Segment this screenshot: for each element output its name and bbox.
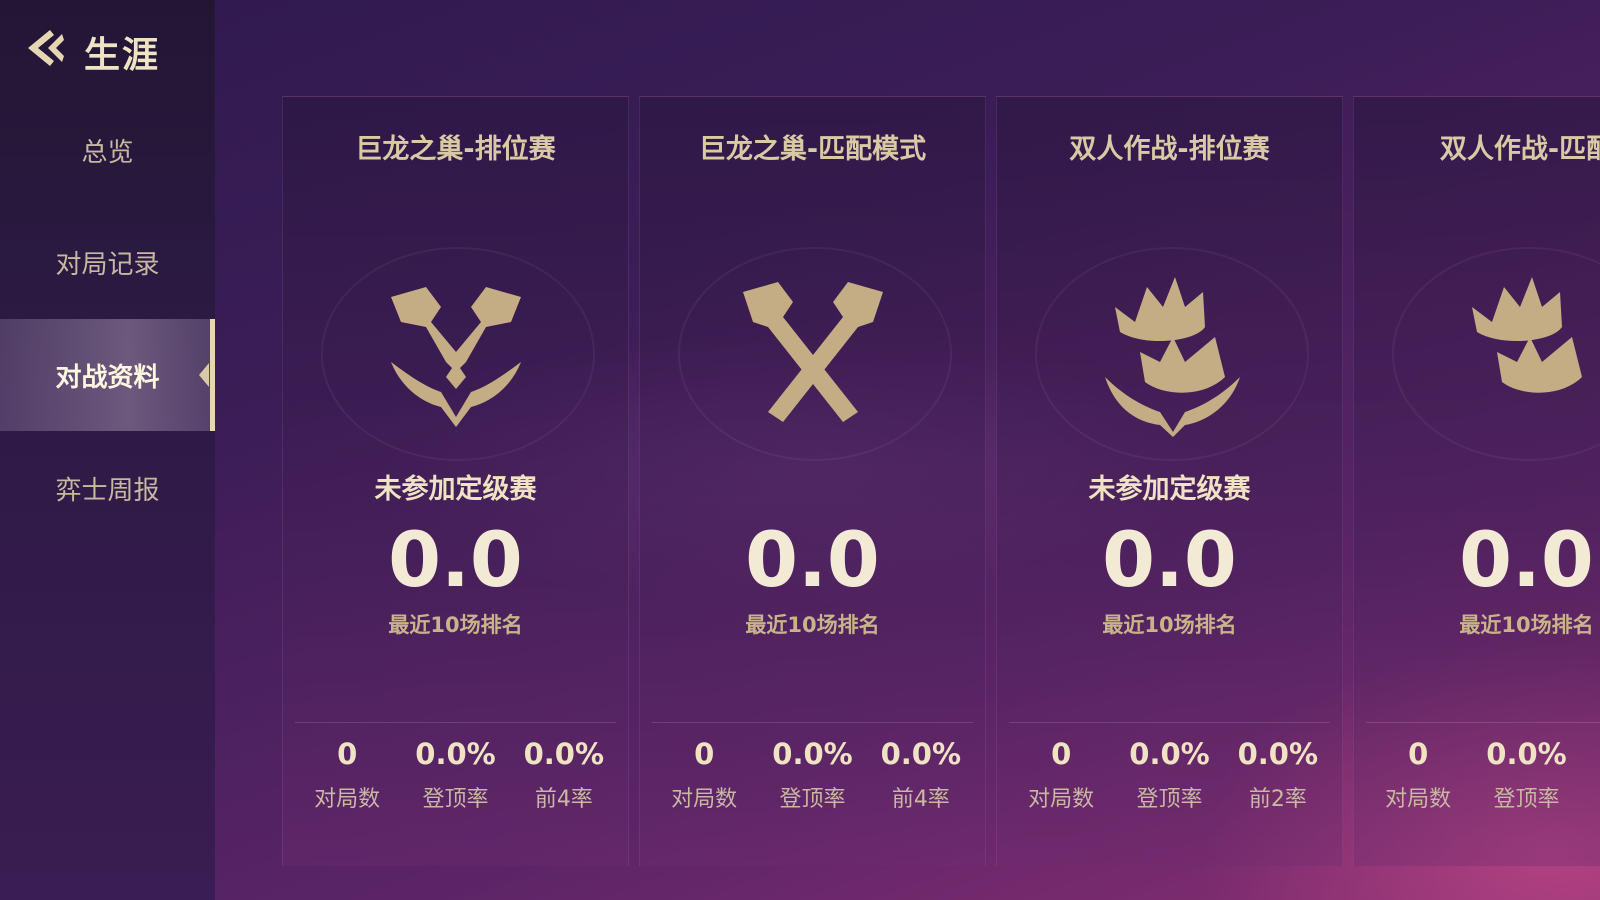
header: 生涯 [0, 0, 215, 90]
stat-label: 登顶率 [779, 787, 846, 812]
emblem-area [640, 247, 985, 461]
divider [652, 722, 973, 723]
stat-top2-rate: 0.0% 前2率 [1224, 737, 1332, 827]
card-title: 巨龙之巢-匹配模式 [698, 134, 927, 165]
sidebar-item-label: 总览 [81, 137, 134, 168]
stats-row: 0 对局数 0.0% 登顶率 0.0% 前2率 [1007, 737, 1332, 827]
stat-label: 对局数 [1028, 787, 1095, 812]
stat-value: 0 [1051, 737, 1072, 771]
emblem-area [997, 247, 1342, 461]
sidebar-item-label: 弈士周报 [55, 475, 160, 506]
average-rank-label: 最近10场排名 [745, 613, 880, 637]
placement-status: 未参加定级赛 [1088, 474, 1251, 505]
stat-label: 登顶率 [422, 787, 489, 812]
mode-card[interactable]: 巨龙之巢-排位赛 未参加定级赛 0.0 最近10场排名 0 对局数 0.0% 登… [282, 96, 629, 866]
back-arrow-icon[interactable] [20, 24, 68, 72]
double-crown-icon [1471, 277, 1582, 393]
stats-row: 0 对局数 0.0% 登顶率 0.0% 前4率 [293, 737, 618, 827]
stat-value: 0 [337, 737, 358, 771]
stat-top-rate [1581, 737, 1600, 827]
stat-top1-rate: 0.0% 登顶率 [1472, 737, 1580, 827]
divider [295, 722, 616, 723]
stat-top1-rate: 0.0% 登顶率 [758, 737, 866, 827]
mode-card[interactable]: 巨龙之巢-匹配模式 0.0 最近10场排名 0 对局数 0.0% 登顶率 0.0… [639, 96, 986, 866]
stat-value: 0.0% [523, 737, 605, 771]
stat-value: 0.0% [880, 737, 962, 771]
mode-card[interactable]: 双人作战-排位赛 未参加定级赛 0.0 最近10场排名 0 对局数 0.0% 登… [996, 96, 1343, 866]
stat-value: 0 [1408, 737, 1429, 771]
stat-label: 登顶率 [1493, 787, 1560, 812]
card-title: 双人作战-匹配 [1439, 134, 1600, 165]
sidebar-item-label: 对局记录 [55, 249, 160, 280]
stat-top4-rate: 0.0% 前4率 [867, 737, 975, 827]
stat-label: 对局数 [314, 787, 381, 812]
stat-value: 0.0% [415, 737, 496, 771]
sidebar-item-weekly-report[interactable]: 弈士周报 [0, 432, 215, 544]
stat-top1-rate: 0.0% 登顶率 [1115, 737, 1223, 827]
stat-top4-rate: 0.0% 前4率 [510, 737, 618, 827]
sidebar: 生涯 总览 对局记录 对战资料 弈士周报 [0, 0, 215, 900]
emblem-area [1354, 247, 1600, 461]
average-rank-label: 最近10场排名 [1459, 613, 1594, 637]
active-indicator-icon [199, 363, 209, 387]
stat-value: 0.0% [1486, 737, 1567, 771]
stat-games: 0 对局数 [293, 737, 401, 827]
sidebar-item-overview[interactable]: 总览 [0, 94, 215, 206]
sidebar-item-battle-stats[interactable]: 对战资料 [0, 319, 215, 431]
crossed-swords-crest-icon [390, 287, 521, 427]
stat-label: 对局数 [1385, 787, 1452, 812]
stat-label: 前2率 [1248, 787, 1307, 812]
stat-label: 对局数 [671, 787, 738, 812]
stats-row: 0 对局数 0.0% 登顶率 [1364, 737, 1600, 827]
average-rank: 0.0 [1459, 515, 1594, 604]
average-rank: 0.0 [1102, 515, 1237, 604]
card-title: 巨龙之巢-排位赛 [355, 134, 556, 165]
emblem-area [283, 247, 628, 461]
average-rank: 0.0 [745, 515, 880, 604]
placement-status: 未参加定级赛 [374, 474, 537, 505]
average-rank: 0.0 [388, 515, 523, 604]
double-crown-crest-icon [1104, 277, 1240, 437]
sidebar-item-match-history[interactable]: 对局记录 [0, 206, 215, 318]
mode-cards: 巨龙之巢-排位赛 未参加定级赛 0.0 最近10场排名 0 对局数 0.0% 登… [282, 96, 1600, 866]
page-title: 生涯 [84, 35, 161, 76]
divider [1009, 722, 1330, 723]
stat-label: 前4率 [534, 787, 593, 812]
divider [1366, 722, 1600, 723]
stat-label: 前4率 [891, 787, 950, 812]
stat-top1-rate: 0.0% 登顶率 [401, 737, 509, 827]
stat-value: 0.0% [1129, 737, 1210, 771]
stat-value: 0.0% [1237, 737, 1319, 771]
card-title: 双人作战-排位赛 [1069, 134, 1270, 165]
crossed-swords-icon [742, 282, 883, 422]
stat-value: 0.0% [772, 737, 853, 771]
stat-value: 0 [694, 737, 715, 771]
stat-games: 0 对局数 [1007, 737, 1115, 827]
mode-card[interactable]: 双人作战-匹配 0.0 最近10场排名 0 对局数 0.0% 登顶率 [1353, 96, 1600, 866]
stat-games: 0 对局数 [1364, 737, 1472, 827]
stat-games: 0 对局数 [650, 737, 758, 827]
average-rank-label: 最近10场排名 [1102, 613, 1237, 637]
stats-row: 0 对局数 0.0% 登顶率 0.0% 前4率 [650, 737, 975, 827]
sidebar-item-label: 对战资料 [55, 362, 160, 393]
stat-label: 登顶率 [1136, 787, 1203, 812]
average-rank-label: 最近10场排名 [388, 613, 523, 637]
